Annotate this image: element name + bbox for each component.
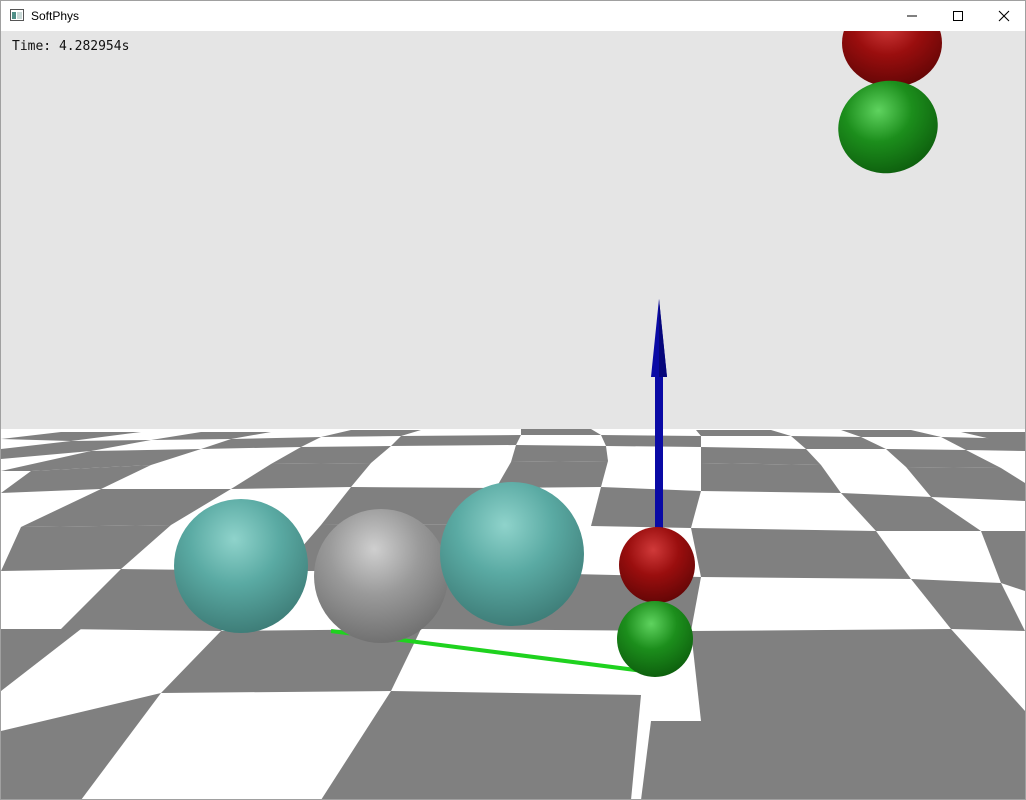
minimize-icon — [907, 15, 917, 17]
gray-sphere[interactable] — [314, 509, 448, 643]
close-button[interactable] — [981, 1, 1025, 31]
app-window: SoftPhys Time: 4.282954s — [0, 0, 1026, 800]
time-readout: Time: 4.282954s — [12, 39, 130, 54]
title-bar[interactable]: SoftPhys — [1, 1, 1025, 31]
red-sphere[interactable] — [619, 527, 695, 603]
teal-sphere-left[interactable] — [174, 499, 308, 633]
green-sphere[interactable] — [617, 601, 693, 677]
close-icon — [998, 10, 1010, 22]
teal-sphere-right[interactable] — [440, 482, 584, 626]
maximize-button[interactable] — [935, 1, 981, 31]
maximize-icon — [953, 11, 963, 21]
render-viewport[interactable]: Time: 4.282954s — [1, 31, 1025, 800]
window-title: SoftPhys — [31, 9, 80, 23]
3d-scene[interactable] — [1, 31, 1025, 800]
app-window-icon — [10, 9, 24, 21]
minimize-button[interactable] — [889, 1, 935, 31]
